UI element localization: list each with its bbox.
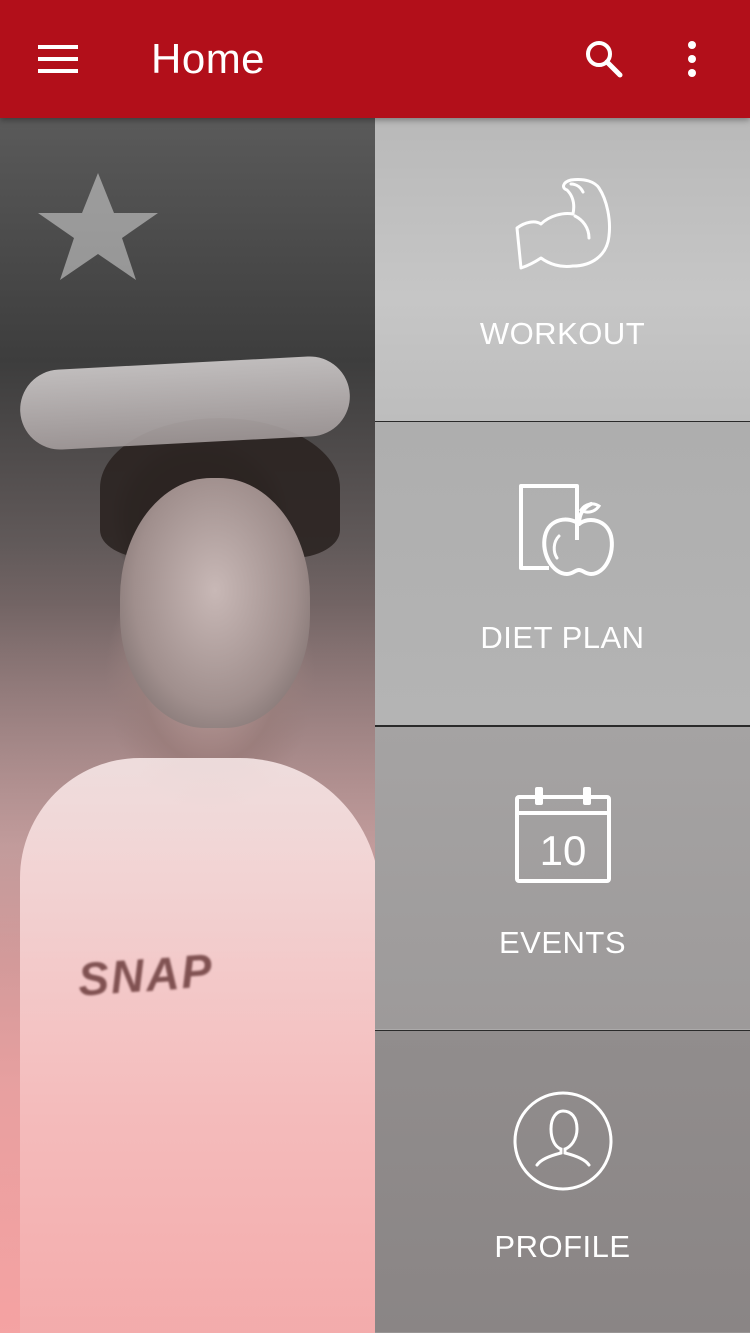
menu-tile-events-label: EVENTS — [498, 925, 627, 960]
hero-person-face — [120, 478, 310, 728]
calendar-day-number: 10 — [539, 827, 586, 874]
hamburger-menu-icon — [38, 45, 78, 73]
more-options-button[interactable] — [662, 27, 722, 91]
home-screen: Home SNAP WORKOUT DIET PLAN 10 EVENTS PR… — [0, 0, 750, 1333]
search-button[interactable] — [572, 27, 636, 91]
menu-tile-profile-label: PROFILE — [494, 1229, 631, 1264]
menu-button[interactable] — [22, 27, 94, 91]
menu-tile-events[interactable]: 10 EVENTS — [375, 727, 750, 1030]
calendar-icon: 10 — [514, 787, 611, 883]
menu-tile-diet-plan-label: DIET PLAN — [480, 620, 645, 655]
profile-user-icon — [513, 1091, 612, 1191]
hero-photo: SNAP — [0, 118, 375, 1333]
menu-tile-profile[interactable]: PROFILE — [375, 1031, 750, 1333]
flexed-biceps-icon — [515, 178, 611, 270]
star-decoration — [38, 173, 158, 280]
diet-apple-icon — [518, 484, 614, 576]
page-title: Home — [151, 35, 266, 82]
menu-tile-diet-plan[interactable]: DIET PLAN — [375, 422, 750, 725]
menu-tile-workout-label: WORKOUT — [479, 316, 646, 351]
app-bar: Home — [0, 0, 750, 118]
search-icon — [586, 41, 623, 78]
more-vert-icon — [688, 41, 696, 77]
hero-person-torso — [20, 758, 375, 1333]
main-menu: WORKOUT DIET PLAN 10 EVENTS PROFILE — [375, 118, 750, 1333]
shirt-logo-text: SNAP — [76, 944, 216, 1006]
menu-tile-workout[interactable]: WORKOUT — [375, 118, 750, 421]
